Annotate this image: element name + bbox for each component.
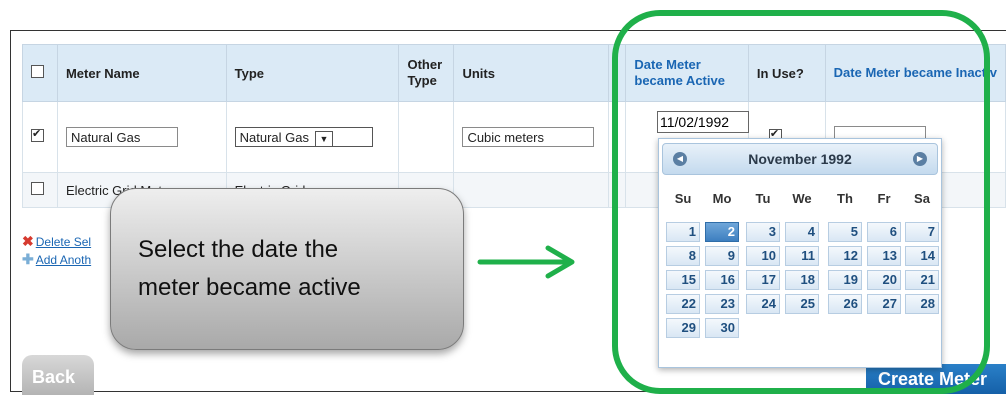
- callout-line-1: Select the date the: [138, 236, 339, 263]
- delete-x-icon: ✖: [22, 233, 34, 249]
- table-header-row: Meter Name Type Other Type Units Date Me…: [22, 44, 1006, 102]
- calendar-day[interactable]: 6: [867, 222, 901, 242]
- row-checkbox[interactable]: [31, 127, 44, 142]
- weekday-label: We: [792, 191, 812, 206]
- units-select[interactable]: Cubic meters: [462, 127, 595, 147]
- select-all-checkbox[interactable]: [31, 65, 44, 78]
- calendar-day[interactable]: 23: [705, 294, 739, 314]
- units-cell: [453, 172, 610, 208]
- calendar-day[interactable]: 16: [705, 270, 739, 290]
- add-another-link[interactable]: Add Anoth: [36, 253, 91, 267]
- calendar-day[interactable]: 28: [905, 294, 939, 314]
- row-checkbox[interactable]: [31, 182, 44, 195]
- calendar-day[interactable]: 13: [867, 246, 901, 266]
- calendar-header: ◀ November 1992 ▶: [662, 143, 938, 175]
- weekday-label: Sa: [914, 191, 930, 206]
- green-arrow-icon: [477, 245, 575, 279]
- next-month-icon[interactable]: ▶: [913, 152, 927, 166]
- calendar-day[interactable]: 27: [867, 294, 901, 314]
- calendar-day[interactable]: 21: [905, 270, 939, 290]
- meter-name-input[interactable]: Natural Gas: [65, 127, 178, 147]
- calendar-month-title: November 1992: [748, 151, 852, 167]
- calendar-day[interactable]: 24: [746, 294, 780, 314]
- col-date-active[interactable]: Date Meter became Active: [625, 44, 749, 102]
- row-select-cell: [22, 172, 58, 208]
- calendar-day[interactable]: 15: [666, 270, 700, 290]
- calendar-day[interactable]: 22: [666, 294, 700, 314]
- type-cell: Natural Gas ▼: [225, 101, 400, 173]
- calendar-day[interactable]: 14: [905, 246, 939, 266]
- calendar-day[interactable]: 1: [666, 222, 700, 242]
- col-in-use: In Use?: [747, 44, 826, 102]
- back-button[interactable]: Back: [22, 355, 94, 395]
- spacer-cell: [608, 101, 627, 173]
- weekday-label: Th: [837, 191, 853, 206]
- delete-selected-link[interactable]: Delete Sel: [36, 235, 91, 249]
- type-select[interactable]: Natural Gas ▼: [234, 127, 373, 147]
- calendar-day[interactable]: 26: [828, 294, 862, 314]
- calendar-day[interactable]: 8: [666, 246, 700, 266]
- col-type: Type: [225, 44, 400, 102]
- delete-selected-action[interactable]: ✖ Delete Sel: [22, 233, 91, 251]
- callout-line-2: meter became active: [138, 274, 361, 301]
- calendar-day[interactable]: 30: [705, 318, 739, 338]
- weekday-label: Fr: [877, 191, 891, 206]
- date-active-input[interactable]: 11/02/1992: [657, 111, 749, 133]
- chevron-down-icon[interactable]: ▼: [315, 130, 333, 147]
- row-actions: ✖ Delete Sel ✚ Add Anoth: [22, 233, 91, 269]
- col-units: Units: [453, 44, 610, 102]
- weekday-label: Tu: [755, 191, 771, 206]
- units-cell: Cubic meters: [453, 101, 610, 173]
- calendar-day[interactable]: 5: [828, 222, 862, 242]
- calendar-day[interactable]: 25: [785, 294, 819, 314]
- create-meter-button[interactable]: Create Meter: [866, 364, 1006, 394]
- add-another-action[interactable]: ✚ Add Anoth: [22, 251, 91, 269]
- calendar-day[interactable]: 19: [828, 270, 862, 290]
- calendar-day[interactable]: 10: [746, 246, 780, 266]
- calendar-day[interactable]: 4: [785, 222, 819, 242]
- datepicker-calendar: ◀ November 1992 ▶ Su Mo Tu We Th Fr Sa 1234567…: [658, 138, 942, 368]
- calendar-day[interactable]: 7: [905, 222, 939, 242]
- plus-icon: ✚: [22, 251, 34, 267]
- calendar-day[interactable]: 20: [867, 270, 901, 290]
- calendar-day[interactable]: 29: [666, 318, 700, 338]
- callout-text: Select the date the meter became active: [138, 231, 438, 307]
- calendar-day[interactable]: 17: [746, 270, 780, 290]
- col-other-type: Other Type: [398, 44, 455, 102]
- weekday-label: Mo: [712, 191, 732, 206]
- other-type-cell: [398, 101, 455, 173]
- instruction-callout: Select the date the meter became active: [110, 188, 464, 350]
- col-spacer: [608, 44, 627, 102]
- col-meter-name: Meter Name: [56, 44, 227, 102]
- calendar-day-selected[interactable]: 2: [705, 222, 739, 242]
- calendar-day[interactable]: 18: [785, 270, 819, 290]
- calendar-day[interactable]: 12: [828, 246, 862, 266]
- col-date-inactive[interactable]: Date Meter became Inactiv: [824, 44, 1006, 102]
- calendar-day[interactable]: 3: [746, 222, 780, 242]
- weekday-label: Su: [674, 191, 692, 206]
- row-select-cell: [22, 101, 58, 173]
- select-all-header: [22, 44, 58, 102]
- spacer-cell: [608, 172, 627, 208]
- calendar-day[interactable]: 11: [785, 246, 819, 266]
- calendar-day[interactable]: 9: [705, 246, 739, 266]
- meter-name-cell: Natural Gas: [56, 101, 227, 173]
